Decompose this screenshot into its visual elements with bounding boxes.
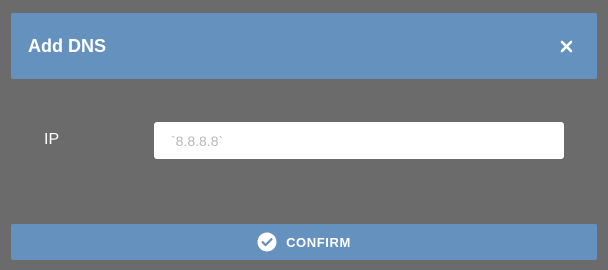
dialog-title: Add DNS	[28, 35, 106, 56]
ip-input[interactable]	[154, 122, 564, 159]
ip-form-row: IP	[0, 122, 608, 160]
close-icon	[560, 40, 573, 53]
add-dns-dialog: Add DNS IP CONFIRM	[0, 0, 608, 270]
confirm-button[interactable]: CONFIRM	[11, 224, 597, 260]
close-button[interactable]	[557, 37, 575, 55]
ip-label: IP	[44, 131, 60, 148]
confirm-label: CONFIRM	[286, 234, 351, 250]
check-circle-icon	[257, 232, 277, 252]
dialog-header: Add DNS	[11, 13, 597, 79]
